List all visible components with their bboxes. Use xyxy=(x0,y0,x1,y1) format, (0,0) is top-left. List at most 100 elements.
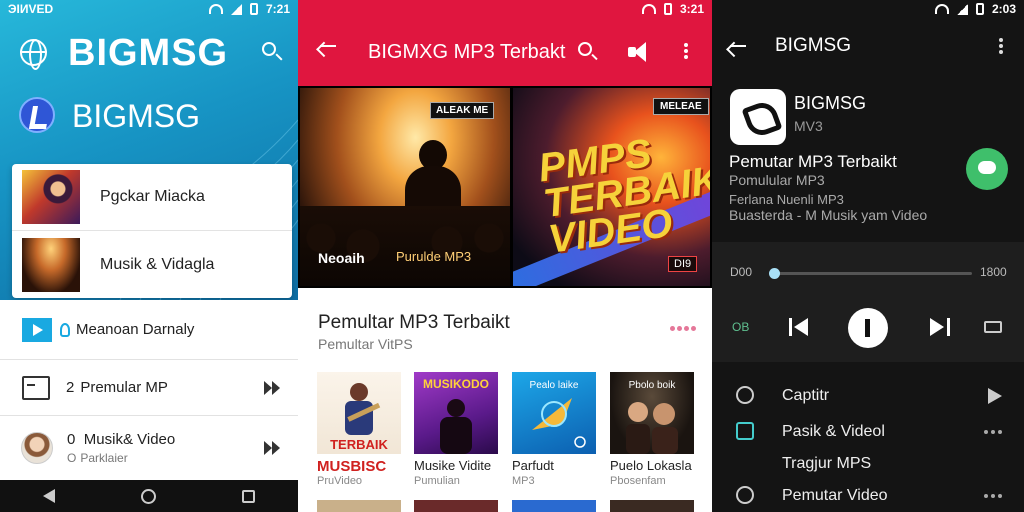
menu-item[interactable]: Pemutar Video xyxy=(712,480,1024,512)
nav-recents-icon[interactable] xyxy=(242,489,255,503)
tile-subtitle: Pbosenfam xyxy=(610,475,666,487)
more-dots-icon[interactable] xyxy=(984,430,1002,434)
wifi-icon xyxy=(934,4,949,14)
more-options-icon[interactable] xyxy=(684,43,688,47)
card-item-label: Musik & Vidagla xyxy=(100,255,215,273)
album-tile[interactable]: Pealo laike xyxy=(512,372,596,454)
list-item[interactable]: Meanoan Darnaly xyxy=(0,300,298,360)
tile-art-text: Pbolo boik xyxy=(629,380,677,391)
wifi-icon xyxy=(208,4,223,14)
album-tile-partial[interactable] xyxy=(414,500,498,512)
play-icon[interactable] xyxy=(22,317,52,342)
list-item-label: Musik& Video xyxy=(83,431,176,448)
search-icon[interactable] xyxy=(262,42,276,56)
cast-icon[interactable] xyxy=(984,321,1002,333)
tile-art-text: Pealo laike xyxy=(530,380,579,391)
card-item[interactable]: Pgckar Miacka xyxy=(12,164,292,231)
app-icon xyxy=(730,89,786,145)
more-dots-icon[interactable] xyxy=(984,494,1002,498)
menu-item[interactable]: Tragjur MPS xyxy=(712,448,1024,480)
back-arrow-icon[interactable] xyxy=(730,45,746,47)
person-icon xyxy=(60,322,70,337)
app-logo-icon xyxy=(19,97,55,133)
track-subtitle: Pomulular MP3 xyxy=(729,172,825,188)
list-item-label: Premular MP xyxy=(80,379,168,396)
chat-icon[interactable] xyxy=(966,148,1008,190)
album-tile[interactable]: MUSIKODO xyxy=(414,372,498,454)
battery-icon xyxy=(975,3,984,15)
banner-promo[interactable]: PMPS TERBAIK VIDEO MELEAE DI9 xyxy=(513,88,710,286)
page-title: BIGMSG xyxy=(775,35,852,56)
screen-1: ЭІИVED 7:21 BIGMSG BIGMSG Pgckar Miacka … xyxy=(0,0,298,512)
menu-item-label: Tragjur MPS xyxy=(782,455,872,472)
banner-concert[interactable]: ALEAK ME Neoaih Purulde MP3 xyxy=(300,88,510,286)
speaker-icon[interactable] xyxy=(628,42,650,62)
system-nav-bar xyxy=(0,480,298,512)
folder-icon xyxy=(22,375,50,400)
menu-item[interactable]: Pasik & Videol xyxy=(712,416,1024,448)
list-item[interactable]: 0 Musik& Video O Parklaier xyxy=(0,416,298,480)
globe-icon[interactable] xyxy=(20,39,47,70)
album-tile-partial[interactable] xyxy=(512,500,596,512)
skip-next-icon[interactable] xyxy=(930,318,950,336)
skip-previous-icon[interactable] xyxy=(789,318,809,336)
nav-back-icon[interactable] xyxy=(43,489,55,503)
status-bar: ЭІИVED 7:21 xyxy=(0,0,298,18)
track-description: Buasterda - M Musik yam Video xyxy=(729,207,928,223)
tile-title: MUSBISC xyxy=(317,458,387,475)
more-dots-icon[interactable] xyxy=(670,326,696,331)
screen-2: 3:21 BIGMXG MP3 Terbakt ALEAK ME Neoaih … xyxy=(298,0,712,512)
app-subtitle: BIGMSG xyxy=(72,98,201,134)
signal-icon xyxy=(956,3,968,15)
album-tile[interactable]: TERBAIK xyxy=(317,372,401,454)
album-art-thumbnail xyxy=(22,170,80,224)
crowd-silhouette xyxy=(300,206,510,286)
album-tile[interactable]: Pbolo boik xyxy=(610,372,694,454)
back-arrow-icon[interactable] xyxy=(320,45,336,47)
menu-item-label: Pasik & Videol xyxy=(782,423,885,440)
banner-tag: ALEAK ME xyxy=(430,102,495,119)
tile-title: Parfudt xyxy=(512,458,554,473)
app-title: BIGMSG xyxy=(68,32,229,74)
tile-subtitle: MP3 xyxy=(512,475,535,487)
app-bar: 3:21 BIGMXG MP3 Terbakt xyxy=(298,0,712,86)
avatar xyxy=(21,432,53,464)
card-item-label: Pgckar Miacka xyxy=(100,188,205,205)
featured-card: Pgckar Miacka Musik & Vidagla xyxy=(12,164,292,298)
seek-bar[interactable] xyxy=(769,268,972,279)
pause-button[interactable] xyxy=(848,308,888,348)
card-item[interactable]: Musik & Vidagla xyxy=(12,231,292,298)
album-tile-partial[interactable] xyxy=(610,500,694,512)
album-art: Pbolo boik xyxy=(626,380,678,454)
fast-forward-icon[interactable] xyxy=(264,441,282,455)
banner-carousel: ALEAK ME Neoaih Purulde MP3 PMPS TERBAIK… xyxy=(298,86,712,288)
tile-art-text: TERBAIK xyxy=(330,437,388,452)
album-art: Pealo laike xyxy=(530,380,586,448)
tile-subtitle: Pumulian xyxy=(414,475,460,487)
options-menu: Captitr Pasik & Videol Tragjur MPS Pemut… xyxy=(712,370,1024,512)
status-time: 2:03 xyxy=(991,2,1016,16)
status-bar: 3:21 xyxy=(298,0,712,18)
banner-caption: Neoaih xyxy=(318,250,365,266)
album-art: MUSIKODO xyxy=(423,377,489,454)
app-version: MV3 xyxy=(794,118,823,134)
section-title: Pemultar MP3 Terbaikt xyxy=(318,312,510,333)
list-item[interactable]: 2 Premular MP xyxy=(0,360,298,416)
play-outline-icon[interactable] xyxy=(988,388,1002,404)
search-icon[interactable] xyxy=(578,42,592,56)
list-item-sublabel: Parklaier xyxy=(80,451,128,465)
seek-handle[interactable] xyxy=(769,268,781,279)
more-options-icon[interactable] xyxy=(999,38,1003,42)
nav-home-icon[interactable] xyxy=(141,488,156,504)
tile-subtitle: PruVideo xyxy=(317,475,363,487)
repeat-toggle[interactable]: OB xyxy=(732,320,749,334)
menu-item-label: Pemutar Video xyxy=(782,487,888,504)
menu-item[interactable]: Captitr xyxy=(712,380,1024,412)
section-subtitle: Pemultar VitPS xyxy=(318,336,413,352)
fast-forward-icon[interactable] xyxy=(264,380,282,395)
app-name: BIGMSG xyxy=(794,93,867,113)
status-carrier: ЭІИVED xyxy=(8,2,54,16)
album-art-thumbnail xyxy=(22,237,80,292)
capture-icon xyxy=(736,386,754,404)
album-tile-partial[interactable] xyxy=(317,500,401,512)
